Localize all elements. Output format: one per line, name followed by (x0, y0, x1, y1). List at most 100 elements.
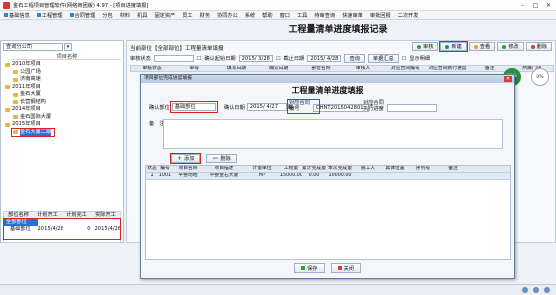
folder-icon (13, 115, 18, 120)
app-logo-icon (3, 1, 10, 9)
status-select[interactable] (153, 55, 194, 62)
delete-icon (530, 44, 535, 49)
menu-item-basic[interactable]: 基础信息 (4, 12, 30, 19)
column-header: 工程量 (283, 166, 299, 171)
records-grid-header: 审核状态 单号 填写日期 确认日期 部位名称 审核人 对应合同编号 对应合同执行… (130, 65, 554, 72)
menu-item-finance[interactable]: 财务 (200, 12, 210, 19)
branch-search-input[interactable]: 查询分公司 (3, 43, 63, 51)
menu-item-material[interactable]: 材料 (120, 12, 130, 19)
tree-item[interactable]: 金石国际大厦 (3, 114, 121, 122)
close-icon[interactable]: ✕ (504, 76, 512, 82)
project-tree-panel: 查询分公司 ▾ 项目名称 2010年项目 公园广场 济南高速 2011年项目 金… (0, 40, 124, 243)
tree-item[interactable]: 公园广场 (3, 69, 121, 77)
show-detail-checkbox[interactable]: ☐ (402, 56, 407, 62)
boq-grid: 状态 编号 项目名称 项目描述 计量单位 工程量 累计完成量 本次完成量 施工人… (145, 165, 511, 260)
progress-label: 对应合同执行进度 (363, 100, 384, 112)
plus-icon: + (177, 155, 183, 162)
date-input[interactable]: 2015/ 4/27 (246, 103, 287, 111)
tree-item[interactable]: 长营钢结构 (3, 99, 121, 107)
column-header: 确认日期 (269, 66, 289, 71)
delete-button[interactable]: 删除 (525, 42, 552, 51)
column-header: 累计完成量 (302, 166, 326, 171)
start-date-input[interactable]: 2015/ 3/28 (238, 55, 273, 62)
contract-input[interactable]: CHNT2015042801 (313, 103, 369, 112)
tree-item[interactable]: 2010年项目 (3, 61, 121, 69)
edit-button[interactable]: 修改 (497, 42, 524, 51)
menu-item-contract[interactable]: 合同管理 (69, 12, 95, 19)
date-label: 确认日期 (224, 104, 245, 111)
progress-input[interactable] (387, 103, 437, 112)
column-header: 单号 (189, 66, 200, 71)
summary-button[interactable]: 单据汇总 (367, 54, 399, 63)
start-date-checkbox[interactable]: ☐ (197, 56, 202, 62)
tree-item[interactable]: 2014年项目 (3, 106, 121, 114)
maximize-icon[interactable]: □ (530, 1, 541, 9)
tree-item[interactable]: 济南高速 (3, 76, 121, 84)
menu-item-window[interactable]: 窗口 (280, 12, 290, 19)
menu-item-dev[interactable]: 二次开发 (398, 12, 419, 19)
breadcrumb: 当前部位【全部部位】工程量清单填报 (130, 46, 224, 52)
tray-icon[interactable] (533, 287, 539, 293)
end-date-label: 截止日期 (283, 56, 305, 62)
table-row[interactable]: 1 1001 平整场地 平整金石大厦 m² 15000.00 0.00 1000… (146, 173, 510, 180)
menu-item-office[interactable]: 协同办公 (217, 12, 238, 19)
toolbar: 审核 新建 查看 修改 删除 (412, 41, 552, 52)
menu-item-equipment[interactable]: 机具 (137, 12, 147, 19)
new-button[interactable]: 新建 (439, 41, 468, 52)
view-icon (473, 44, 478, 49)
query-button[interactable]: 查询 (344, 54, 365, 63)
tray-icon[interactable] (544, 287, 550, 293)
end-date-checkbox[interactable]: ☐ (276, 56, 281, 62)
add-row-button[interactable]: + 添加 (169, 153, 202, 164)
save-button[interactable]: 保存 (294, 263, 325, 273)
menu-item-subcontract[interactable]: 分包 (102, 12, 112, 19)
title-bar: 金石工程项目管理软件(网络商团版) 4.97 - [项目进度填报] – □ ✕ (0, 0, 556, 11)
menu-item-tools[interactable]: 工具 (297, 12, 307, 19)
menu-item-review-report[interactable]: 审批回报 (370, 12, 391, 19)
column-header: 序列号 (415, 166, 431, 171)
menu-item-pending[interactable]: 待审查询 (314, 12, 335, 19)
menu-item-staff[interactable]: 员工 (182, 12, 192, 19)
approve-button[interactable]: 审核 (412, 42, 439, 51)
menu-item-assets[interactable]: 固定资产 (154, 12, 175, 19)
menu-item-quick-review[interactable]: 快速审单 (342, 12, 363, 19)
start-date-label: 确认起始日期 (204, 56, 236, 62)
tree-item[interactable]: 金石大厦 (3, 91, 121, 99)
show-detail-label: 显示明细 (409, 56, 431, 62)
menu-bar: 基础信息 工程管理 合同管理 分包 材料 机具 固定资产 员工 财务 协同办公 … (0, 11, 556, 20)
contract-highlight (287, 99, 320, 114)
column-header: 计量单位 (252, 166, 272, 171)
approve-icon (417, 44, 422, 49)
column-header: 审核状态 (142, 66, 162, 71)
check-icon (301, 266, 306, 270)
column-header: 具体位置 (385, 166, 405, 171)
column-header: 备注 (448, 166, 458, 171)
folder-icon (13, 70, 18, 75)
dropdown-icon[interactable]: ▾ (64, 43, 72, 51)
column-header: 编号 (160, 166, 170, 171)
menu-item-help[interactable]: 帮助 (262, 12, 272, 19)
close-icon[interactable]: ✕ (543, 1, 554, 9)
delete-row-button[interactable]: — 删除 (206, 154, 237, 163)
note-textarea[interactable] (163, 119, 503, 149)
folder-icon (13, 100, 18, 105)
tray-icon[interactable] (522, 287, 528, 293)
view-button[interactable]: 查看 (468, 42, 496, 51)
page-title: 工程量清单进度填报记录 (288, 25, 388, 35)
status-bar (0, 284, 556, 295)
folder-icon (5, 85, 10, 90)
basic-info-icon (4, 13, 8, 17)
close-icon (337, 266, 342, 270)
end-date-input[interactable]: 2015/ 4/28 (307, 55, 342, 62)
dialog-heading: 工程量清单进度填报 (291, 86, 364, 95)
menu-item-system[interactable]: 系统 (245, 12, 255, 19)
folder-icon (5, 107, 10, 112)
tree-item[interactable]: 2011年项目 (3, 84, 121, 92)
column-header: 状态 (147, 166, 157, 171)
close-button[interactable]: 关闭 (330, 263, 361, 273)
folder-icon (13, 77, 18, 82)
edit-icon (502, 44, 507, 49)
menu-item-project[interactable]: 工程管理 (36, 12, 63, 19)
contract-icon (69, 13, 74, 17)
minimize-icon[interactable]: – (517, 1, 528, 9)
